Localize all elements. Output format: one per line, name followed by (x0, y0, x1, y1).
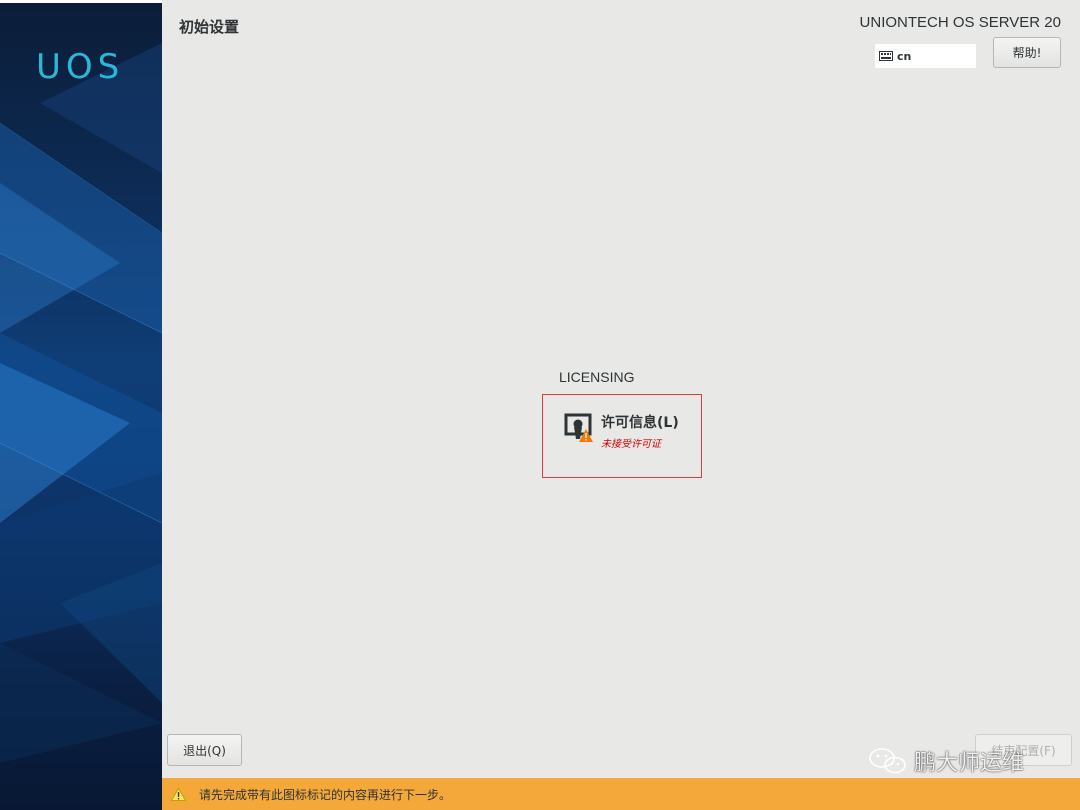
sidebar: UOS (0, 0, 162, 810)
spoke-title: 许可信息(L) (601, 415, 679, 431)
quit-button[interactable]: 退出(Q) (167, 734, 242, 766)
page-title: 初始设置 (179, 18, 240, 36)
product-name: UNIONTECH OS SERVER 20 (859, 14, 1061, 31)
uos-logo: UOS (36, 47, 125, 87)
license-information-spoke[interactable]: 许可信息(L) 未接受许可证 (542, 394, 702, 478)
warning-icon (171, 787, 186, 801)
warning-bar: 请先完成带有此图标标记的内容再进行下一步。 (162, 778, 1080, 810)
watermark-text: 鹏大师运维 (914, 751, 1025, 776)
help-button[interactable]: 帮助! (993, 37, 1061, 68)
keyboard-layout-indicator[interactable]: cn (875, 44, 976, 68)
sidebar-background-pattern (0, 43, 162, 763)
watermark: 鹏大师运维 (868, 744, 1024, 778)
license-warning-icon (564, 413, 593, 442)
wechat-icon (869, 748, 906, 774)
keyboard-icon (879, 51, 893, 61)
section-title-licensing: LICENSING (559, 369, 635, 385)
keyboard-layout-label: cn (897, 49, 912, 63)
warning-text: 请先完成带有此图标标记的内容再进行下一步。 (199, 787, 452, 802)
spoke-status: 未接受许可证 (601, 439, 661, 450)
